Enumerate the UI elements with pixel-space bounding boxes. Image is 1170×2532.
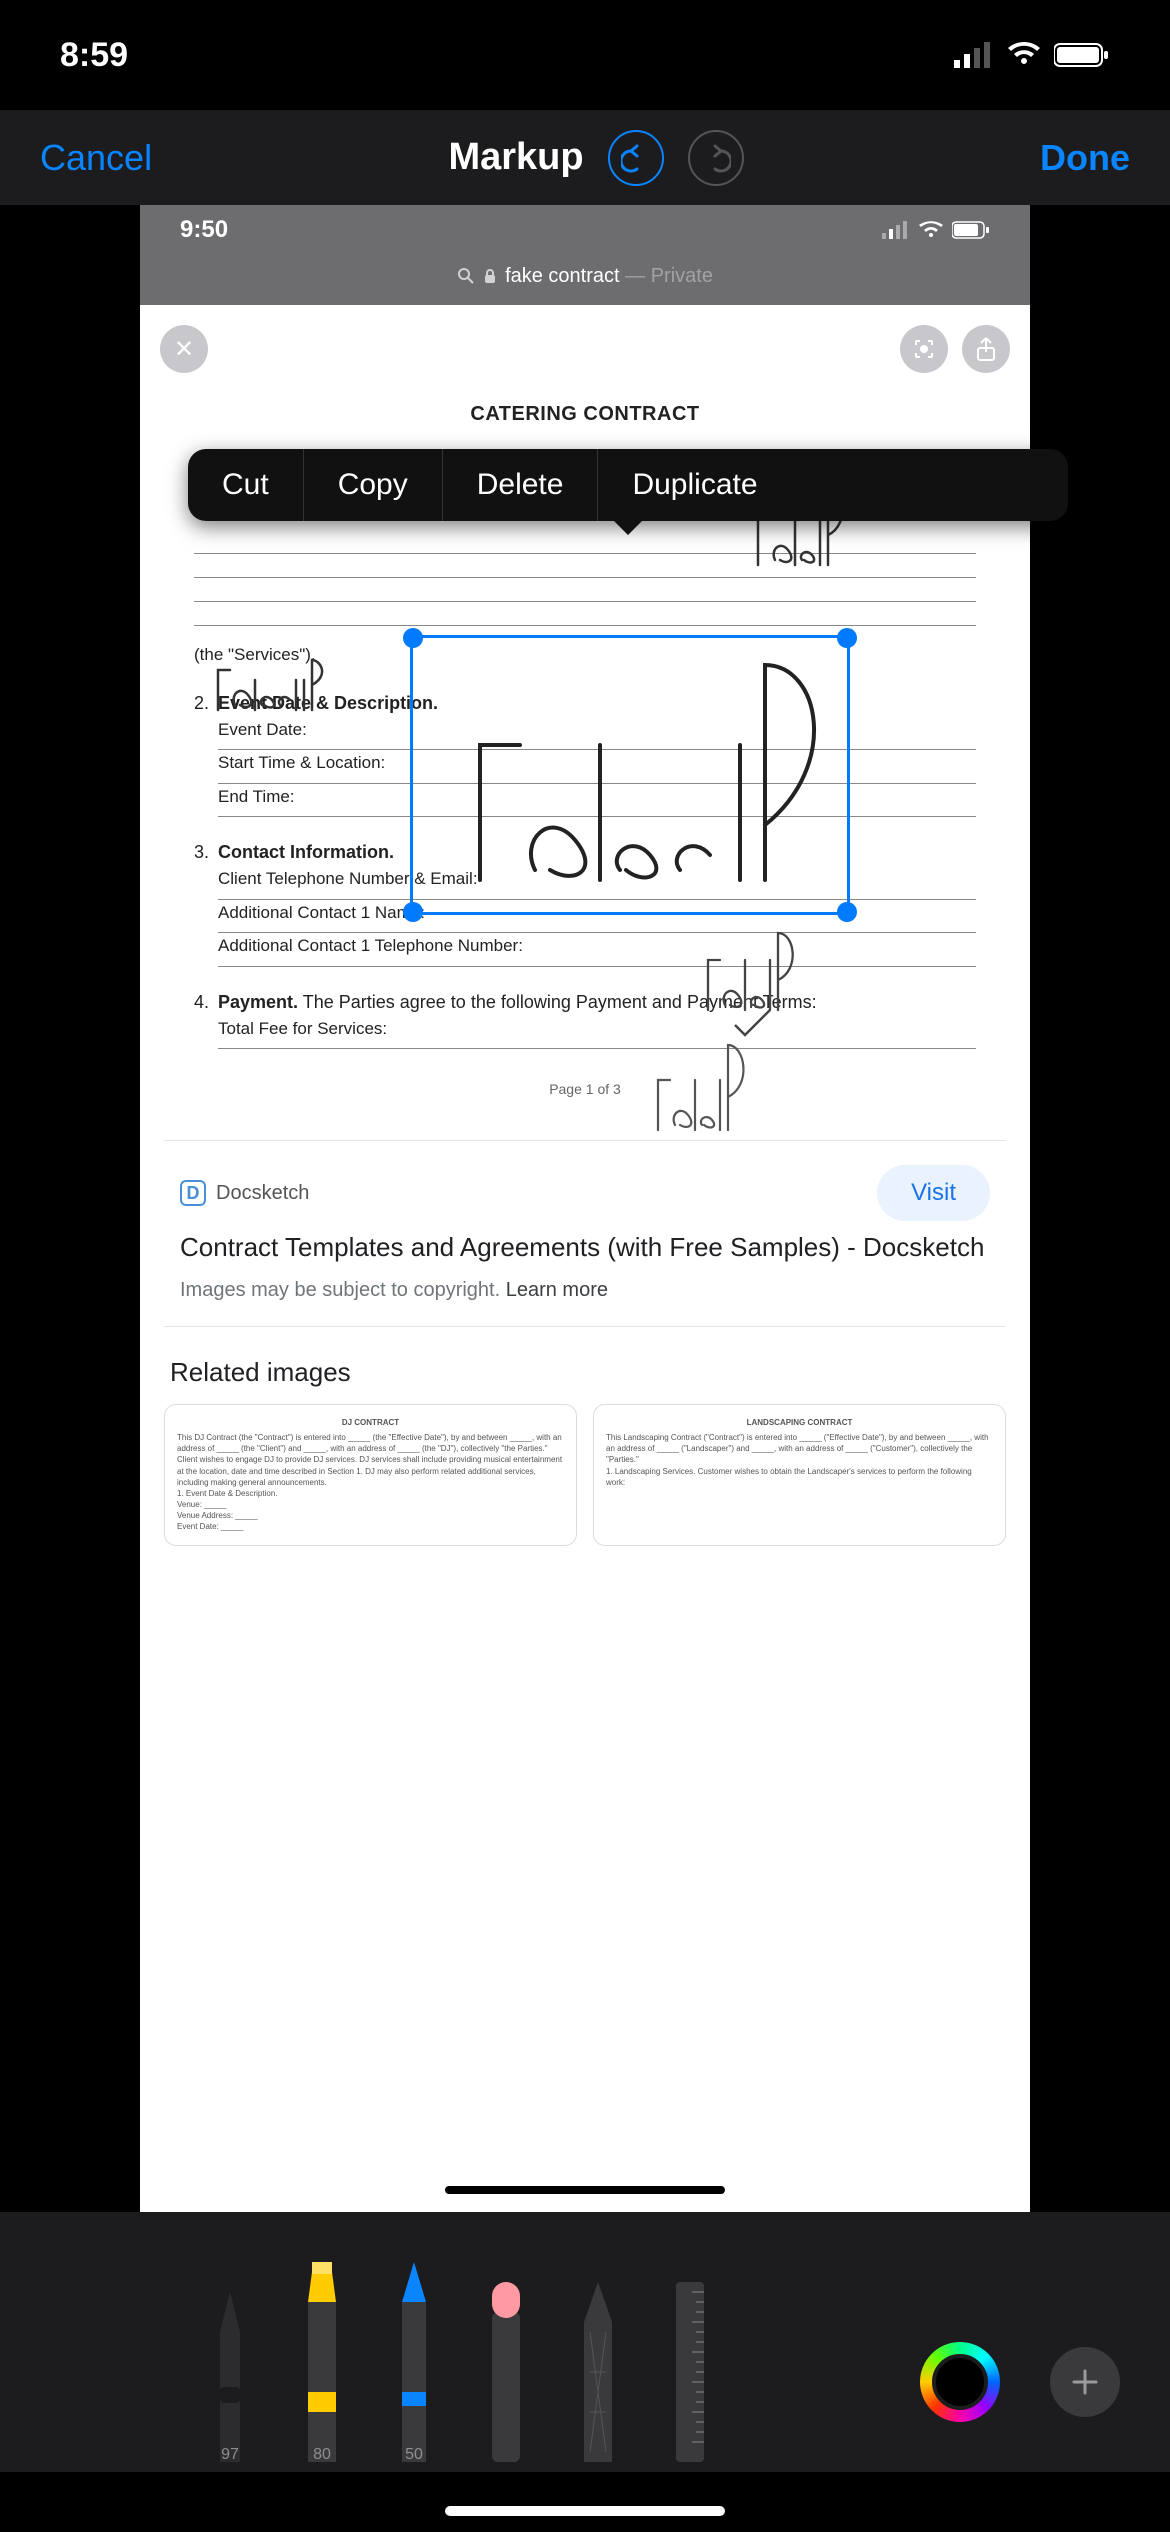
pen-tool[interactable]: 97	[202, 2292, 258, 2462]
inner-wifi-icon	[918, 221, 944, 239]
status-time: 8:59	[60, 36, 128, 75]
copyright-text: Images may be subject to copyright. Lear…	[180, 1279, 990, 1302]
private-label: — Private	[620, 265, 713, 287]
result-site: D Docsketch	[180, 1180, 877, 1206]
page-indicator: Page 1 of 3	[194, 1079, 976, 1100]
inner-search-bar: fake contract — Private	[140, 255, 1030, 297]
cancel-button[interactable]: Cancel	[40, 137, 152, 179]
redo-icon	[701, 143, 731, 173]
cellular-icon	[954, 42, 994, 68]
redo-button[interactable]	[688, 130, 744, 186]
related-card-1: DJ CONTRACTThis DJ Contract (the "Contra…	[164, 1404, 577, 1546]
inner-home-indicator	[445, 2186, 725, 2194]
status-bar: 8:59	[0, 0, 1170, 110]
context-menu: Cut Copy Delete Duplicate	[188, 449, 1068, 521]
screenshot-canvas[interactable]: 9:50 fake contract — Private ✕	[140, 205, 1030, 2212]
search-text: fake contract	[505, 265, 620, 287]
inner-cellular-icon	[882, 221, 910, 239]
highlighter-tool[interactable]: 80	[294, 2262, 350, 2462]
eraser-tool[interactable]	[478, 2282, 534, 2462]
ctx-duplicate[interactable]: Duplicate	[598, 449, 791, 521]
related-card-2: LANDSCAPING CONTRACTThis Landscaping Con…	[593, 1404, 1006, 1546]
inner-time: 9:50	[180, 216, 228, 244]
highlighter-size: 80	[313, 2446, 331, 2464]
ctx-caret-icon	[614, 521, 642, 535]
done-button[interactable]: Done	[1040, 137, 1130, 179]
inner-chrome: 9:50 fake contract — Private	[140, 205, 1030, 305]
close-icon: ✕	[160, 325, 208, 373]
lock-icon	[483, 268, 497, 284]
pencil-tool[interactable]: 50	[386, 2262, 442, 2462]
result-title: Contract Templates and Agreements (with …	[180, 1231, 990, 1265]
share-icon	[962, 325, 1010, 373]
status-icons	[954, 42, 1110, 68]
markup-nav: Cancel Markup Done	[0, 110, 1170, 205]
related-heading: Related images	[170, 1357, 1000, 1388]
add-button[interactable]	[1050, 2347, 1120, 2417]
doc-title: CATERING CONTRACT	[194, 399, 976, 429]
docsketch-icon: D	[180, 1180, 206, 1206]
handle-tl[interactable]	[403, 628, 423, 648]
page-content: ✕ CATERING CONTRACT This Catering Contra…	[140, 305, 1030, 2212]
lasso-tool[interactable]	[570, 2282, 626, 2462]
li2-head: Event Date & Description.	[218, 693, 438, 713]
ruler-tool[interactable]	[662, 2282, 718, 2462]
visit-button: Visit	[877, 1165, 990, 1221]
handle-tr[interactable]	[837, 628, 857, 648]
pencil-size: 50	[405, 2446, 423, 2464]
wifi-icon	[1006, 42, 1042, 68]
plus-icon	[1070, 2367, 1100, 2397]
site-name: Docsketch	[216, 1182, 309, 1205]
lens-icon	[900, 325, 948, 373]
canvas-area[interactable]: 9:50 fake contract — Private ✕	[0, 205, 1170, 2212]
search-result-card: D Docsketch Visit Contract Templates and…	[164, 1140, 1006, 1327]
li4-head: Payment.	[218, 992, 298, 1012]
search-icon	[457, 267, 475, 285]
battery-icon	[1054, 42, 1110, 68]
pen-size: 97	[221, 2446, 239, 2464]
markup-toolbar: 97 80 50	[0, 2212, 1170, 2472]
inner-battery-icon	[952, 221, 990, 239]
undo-button[interactable]	[608, 130, 664, 186]
ctx-copy[interactable]: Copy	[304, 449, 442, 521]
ctx-delete[interactable]: Delete	[443, 449, 598, 521]
ctx-cut[interactable]: Cut	[188, 449, 303, 521]
handle-bl[interactable]	[403, 902, 423, 922]
undo-icon	[621, 143, 651, 173]
home-indicator	[445, 2506, 725, 2516]
color-picker[interactable]	[920, 2342, 1000, 2422]
li4-body: The Parties agree to the following Payme…	[298, 992, 817, 1012]
selection-box[interactable]	[410, 635, 850, 915]
related-grid: DJ CONTRACTThis DJ Contract (the "Contra…	[164, 1404, 1006, 1546]
li3-head: Contact Information.	[218, 842, 394, 862]
handle-br[interactable]	[837, 902, 857, 922]
page-title: Markup	[448, 136, 583, 179]
